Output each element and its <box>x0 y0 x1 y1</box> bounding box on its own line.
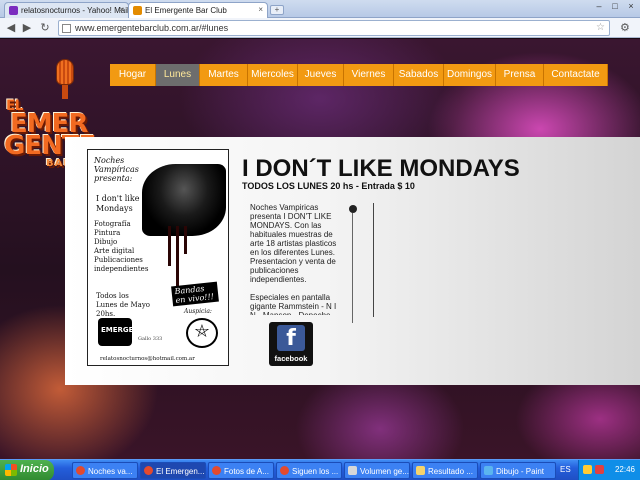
poster-list: Fotografía Pintura Dibujo Arte digital P… <box>94 220 149 273</box>
tab-yahoo-mail[interactable]: relatosnocturnos - Yahoo! Mail × <box>4 2 129 18</box>
poster-email: relatosnocturnos@hotmail.com.ar <box>100 356 195 362</box>
nav-sabados[interactable]: Sabados <box>394 64 444 86</box>
page-icon <box>62 24 71 33</box>
clock: 22:46 <box>614 465 635 474</box>
divider <box>373 203 374 317</box>
taskbar-item[interactable]: Fotos de A... <box>208 462 274 479</box>
facebook-icon: f <box>277 325 305 351</box>
poster-bandas: Bandas en vivo!!! <box>171 281 219 307</box>
maximize-icon[interactable]: □ <box>608 1 622 11</box>
yahoo-favicon-icon <box>9 6 18 15</box>
microphone-icon <box>56 59 74 85</box>
scroll-track[interactable] <box>352 213 353 323</box>
browser-toolbar: ◀ ▶ ↻ www.emergentebarclub.com.ar/#lunes… <box>0 18 640 38</box>
url-text: www.emergentebarclub.com.ar/#lunes <box>75 23 229 33</box>
nav-hogar[interactable]: Hogar <box>110 64 156 86</box>
wrench-menu-icon[interactable]: ⚙ <box>620 21 630 34</box>
reload-icon[interactable]: ↻ <box>38 21 52 35</box>
taskbar-item[interactable]: Resultado ... <box>412 462 478 479</box>
poster-address: Gallo 333 <box>138 336 163 342</box>
event-paragraph: Especiales en pantalla gigante Rammstein… <box>250 293 337 315</box>
nav-lunes[interactable]: Lunes <box>156 64 200 86</box>
nav-martes[interactable]: Martes <box>200 64 248 86</box>
content-panel: Noches Vampíricas presenta: I don't like… <box>65 137 640 385</box>
site-favicon-icon <box>133 6 142 15</box>
browser-tab-strip: relatosnocturnos - Yahoo! Mail × El Emer… <box>0 0 640 18</box>
chrome-icon <box>212 466 221 475</box>
poster-club-logo: EMERGENTE <box>98 318 149 346</box>
chrome-icon <box>144 466 153 475</box>
poster-auspicia: Auspicia: <box>184 308 212 315</box>
windows-taskbar: Inicio Noches va... El Emergen... Fotos … <box>0 459 640 480</box>
tray-icon[interactable] <box>583 465 592 474</box>
tab-el-emergente[interactable]: El Emergente Bar Club × <box>128 2 268 18</box>
poster-title: I don't like Mondays <box>96 194 140 213</box>
close-tab-icon[interactable]: × <box>119 5 124 14</box>
nav-miercoles[interactable]: Miercoles <box>248 64 298 86</box>
event-title: I DON´T LIKE MONDAYS <box>242 155 520 182</box>
address-bar[interactable]: www.emergentebarclub.com.ar/#lunes ☆ <box>58 20 610 36</box>
close-window-icon[interactable]: × <box>624 1 638 11</box>
poster-date: Todos los Lunes de Mayo 20hs. <box>96 292 150 318</box>
folder-icon <box>416 466 425 475</box>
taskbar-item[interactable]: Noches va... <box>72 462 138 479</box>
volume-icon <box>348 466 357 475</box>
tab-label: El Emergente Bar Club <box>145 6 227 15</box>
facebook-label: facebook <box>274 354 308 363</box>
pentagram-icon: ⛤ <box>186 318 218 348</box>
event-description[interactable]: Noches Vampiricas presenta I DON'T LIKE … <box>250 203 344 315</box>
new-tab-button[interactable]: + <box>270 5 284 15</box>
paint-icon <box>484 466 493 475</box>
nav-jueves[interactable]: Jueves <box>298 64 344 86</box>
taskbar-item[interactable]: Dibujo - Paint <box>480 462 556 479</box>
tab-label: relatosnocturnos - Yahoo! Mail <box>21 6 129 15</box>
nav-domingos[interactable]: Domingos <box>444 64 496 86</box>
nav-viernes[interactable]: Viernes <box>344 64 394 86</box>
event-subtitle: TODOS LOS LUNES 20 hs - Entrada $ 10 <box>242 181 415 191</box>
scroll-handle[interactable] <box>349 205 357 213</box>
windows-flag-icon <box>5 464 17 476</box>
taskbar-item[interactable]: Siguen los ... <box>276 462 342 479</box>
chrome-icon <box>76 466 85 475</box>
nav-prensa[interactable]: Prensa <box>496 64 544 86</box>
bookmark-star-icon[interactable]: ☆ <box>596 22 605 33</box>
start-button[interactable]: Inicio <box>0 460 54 480</box>
chrome-icon <box>280 466 289 475</box>
taskbar-item[interactable]: El Emergen... <box>140 462 206 479</box>
nav-contactate[interactable]: Contactate <box>544 64 608 86</box>
facebook-button[interactable]: f facebook <box>269 322 313 366</box>
event-paragraph: Noches Vampiricas presenta I DON'T LIKE … <box>250 203 337 284</box>
back-icon[interactable]: ◀ <box>4 21 18 35</box>
minimize-icon[interactable]: – <box>592 1 606 11</box>
language-indicator[interactable]: ES <box>560 465 571 474</box>
main-nav: Hogar Lunes Martes Miercoles Jueves Vier… <box>110 64 608 86</box>
page-viewport: EL EMER GENTE BAR CLUB Hogar Lunes Marte… <box>0 39 640 459</box>
forward-icon[interactable]: ▶ <box>20 21 34 35</box>
close-tab-icon[interactable]: × <box>258 5 263 14</box>
tray-icon[interactable] <box>595 465 604 474</box>
system-tray: 22:46 <box>578 460 640 480</box>
poster-header: Noches Vampíricas presenta: <box>94 156 139 183</box>
event-poster[interactable]: Noches Vampíricas presenta: I don't like… <box>87 149 229 366</box>
taskbar-item[interactable]: Volumen ge... <box>344 462 410 479</box>
